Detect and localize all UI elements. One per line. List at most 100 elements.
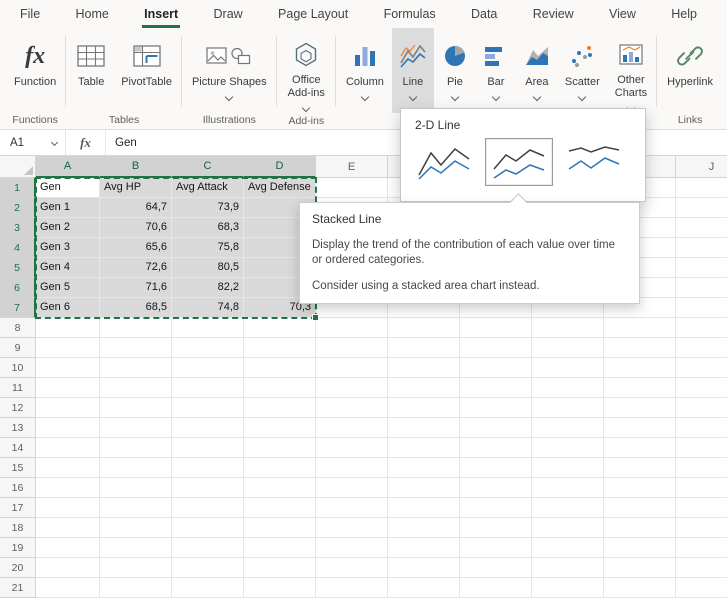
row-header-6[interactable]: 6 <box>0 278 36 298</box>
cell-G11[interactable] <box>460 378 532 398</box>
cell-J1[interactable] <box>676 178 727 198</box>
cell-E20[interactable] <box>316 558 388 578</box>
cell-J19[interactable] <box>676 538 727 558</box>
cell-I13[interactable] <box>604 418 676 438</box>
row-header-12[interactable]: 12 <box>0 398 36 418</box>
cell-B7[interactable]: 68,5 <box>100 298 172 318</box>
row-header-20[interactable]: 20 <box>0 558 36 578</box>
menu-tab-view[interactable]: View <box>607 0 638 28</box>
cell-A8[interactable] <box>36 318 100 338</box>
cell-I20[interactable] <box>604 558 676 578</box>
select-all-corner[interactable] <box>0 156 36 178</box>
cell-E9[interactable] <box>316 338 388 358</box>
cell-I16[interactable] <box>604 478 676 498</box>
cell-H8[interactable] <box>532 318 604 338</box>
hyperlink-button[interactable]: Hyperlink <box>660 28 720 112</box>
column-button[interactable]: Column <box>339 28 391 113</box>
cell-B2[interactable]: 64,7 <box>100 198 172 218</box>
cell-B11[interactable] <box>100 378 172 398</box>
cell-B14[interactable] <box>100 438 172 458</box>
cell-I8[interactable] <box>604 318 676 338</box>
cell-B9[interactable] <box>100 338 172 358</box>
cell-C11[interactable] <box>172 378 244 398</box>
row-header-8[interactable]: 8 <box>0 318 36 338</box>
cell-F19[interactable] <box>388 538 460 558</box>
chart-option-line[interactable] <box>410 138 478 186</box>
column-header-B[interactable]: B <box>100 156 172 178</box>
cell-C20[interactable] <box>172 558 244 578</box>
cell-C7[interactable]: 74,8 <box>172 298 244 318</box>
cell-I9[interactable] <box>604 338 676 358</box>
chart-option-stacked-line[interactable] <box>485 138 553 186</box>
cell-D21[interactable] <box>244 578 316 598</box>
line-button[interactable]: Line <box>392 28 434 113</box>
cell-A12[interactable] <box>36 398 100 418</box>
row-header-10[interactable]: 10 <box>0 358 36 378</box>
office-add-ins-button[interactable]: Office Add-ins <box>280 28 333 113</box>
cell-B5[interactable]: 72,6 <box>100 258 172 278</box>
column-header-C[interactable]: C <box>172 156 244 178</box>
cell-J18[interactable] <box>676 518 727 538</box>
row-header-13[interactable]: 13 <box>0 418 36 438</box>
cell-B10[interactable] <box>100 358 172 378</box>
row-header-9[interactable]: 9 <box>0 338 36 358</box>
insert-function-button[interactable]: fx <box>66 130 106 155</box>
cell-E1[interactable] <box>316 178 388 198</box>
cell-G21[interactable] <box>460 578 532 598</box>
cell-J17[interactable] <box>676 498 727 518</box>
cell-E17[interactable] <box>316 498 388 518</box>
cell-B16[interactable] <box>100 478 172 498</box>
cell-A18[interactable] <box>36 518 100 538</box>
row-header-11[interactable]: 11 <box>0 378 36 398</box>
cell-F14[interactable] <box>388 438 460 458</box>
cell-G10[interactable] <box>460 358 532 378</box>
cell-F16[interactable] <box>388 478 460 498</box>
pivottable-button[interactable]: PivotTable <box>114 28 179 112</box>
cell-E15[interactable] <box>316 458 388 478</box>
cell-I18[interactable] <box>604 518 676 538</box>
cell-B3[interactable]: 70,6 <box>100 218 172 238</box>
cell-F13[interactable] <box>388 418 460 438</box>
cell-C13[interactable] <box>172 418 244 438</box>
cell-C17[interactable] <box>172 498 244 518</box>
cell-J12[interactable] <box>676 398 727 418</box>
cell-E13[interactable] <box>316 418 388 438</box>
cell-C10[interactable] <box>172 358 244 378</box>
cell-B21[interactable] <box>100 578 172 598</box>
cell-F8[interactable] <box>388 318 460 338</box>
cell-A1[interactable]: Gen <box>36 178 100 198</box>
cell-C4[interactable]: 75,8 <box>172 238 244 258</box>
menu-tab-review[interactable]: Review <box>531 0 576 28</box>
cell-G17[interactable] <box>460 498 532 518</box>
row-header-16[interactable]: 16 <box>0 478 36 498</box>
cell-H14[interactable] <box>532 438 604 458</box>
other-charts-button[interactable]: Other Charts <box>608 28 654 113</box>
row-header-3[interactable]: 3 <box>0 218 36 238</box>
cell-E21[interactable] <box>316 578 388 598</box>
cell-C14[interactable] <box>172 438 244 458</box>
row-header-14[interactable]: 14 <box>0 438 36 458</box>
cell-D10[interactable] <box>244 358 316 378</box>
cell-A2[interactable]: Gen 1 <box>36 198 100 218</box>
cell-D14[interactable] <box>244 438 316 458</box>
cell-J4[interactable] <box>676 238 727 258</box>
cell-I15[interactable] <box>604 458 676 478</box>
cell-E14[interactable] <box>316 438 388 458</box>
menu-tab-draw[interactable]: Draw <box>212 0 245 28</box>
cell-A3[interactable]: Gen 2 <box>36 218 100 238</box>
row-header-19[interactable]: 19 <box>0 538 36 558</box>
cell-I10[interactable] <box>604 358 676 378</box>
cell-G12[interactable] <box>460 398 532 418</box>
pie-button[interactable]: Pie <box>435 28 475 113</box>
cell-D18[interactable] <box>244 518 316 538</box>
cell-C15[interactable] <box>172 458 244 478</box>
row-header-4[interactable]: 4 <box>0 238 36 258</box>
cell-A17[interactable] <box>36 498 100 518</box>
cell-G16[interactable] <box>460 478 532 498</box>
cell-F21[interactable] <box>388 578 460 598</box>
cell-G9[interactable] <box>460 338 532 358</box>
row-header-21[interactable]: 21 <box>0 578 36 598</box>
cell-D16[interactable] <box>244 478 316 498</box>
cell-D11[interactable] <box>244 378 316 398</box>
cell-C8[interactable] <box>172 318 244 338</box>
